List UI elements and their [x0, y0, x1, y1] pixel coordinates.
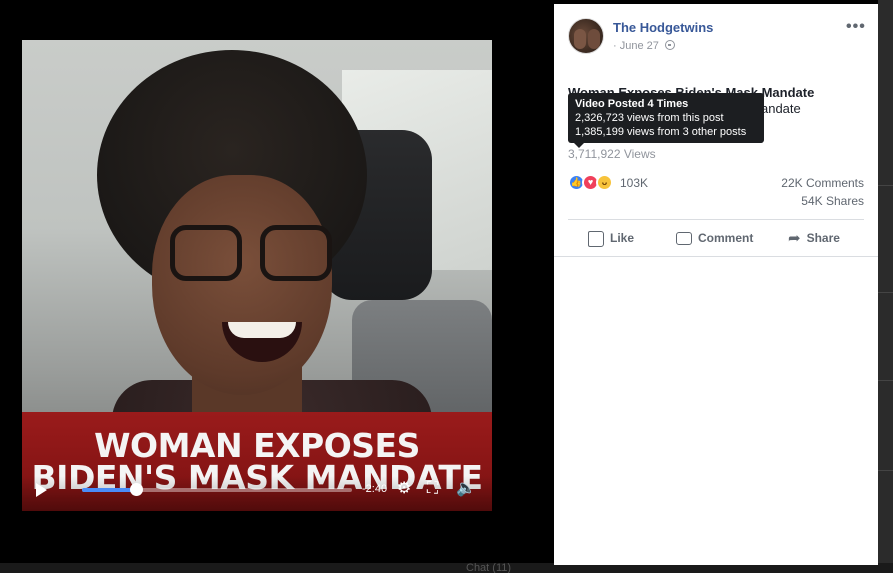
like-button[interactable]: Like — [588, 228, 634, 248]
views-tooltip: Video Posted 4 Times 2,326,723 views fro… — [568, 93, 764, 143]
fullscreen-icon[interactable]: ⛶ — [427, 480, 438, 498]
comment-count-link[interactable]: 22K Comments — [781, 176, 864, 190]
person-face — [152, 175, 332, 395]
tooltip-line1: 2,326,723 views from this post — [575, 112, 724, 124]
gear-icon[interactable]: ⚙ — [397, 480, 411, 498]
chat-label[interactable]: Chat (11) — [466, 563, 511, 573]
share-label: Share — [806, 231, 840, 245]
play-icon[interactable] — [36, 483, 47, 497]
volume-icon[interactable]: 🔈 — [456, 480, 476, 498]
video-progress-fill — [82, 488, 136, 492]
post-date[interactable]: June 27 — [620, 40, 659, 52]
view-count[interactable]: 3,711,922 Views — [568, 147, 656, 161]
video-player[interactable]: WOMAN EXPOSES BIDEN'S MASK MANDATE -2:40… — [22, 40, 492, 511]
post-meta: · June 27 — [613, 40, 675, 52]
background-page-strip — [878, 0, 893, 573]
comment-label: Comment — [698, 231, 754, 245]
tooltip-line2: 1,385,199 views from 3 other posts — [575, 126, 747, 138]
comment-icon — [676, 232, 692, 246]
video-time-remaining: -2:40 — [362, 483, 388, 495]
video-progress-track[interactable] — [82, 488, 352, 492]
video-scrubber-knob[interactable] — [130, 483, 143, 496]
page-avatar[interactable] — [568, 18, 604, 54]
comment-button[interactable]: Comment — [676, 228, 753, 248]
reaction-count: 103K — [620, 176, 649, 190]
thumbs-up-icon — [588, 230, 604, 247]
globe-icon — [664, 40, 675, 50]
divider — [554, 256, 878, 257]
like-label: Like — [610, 231, 635, 245]
more-options-button[interactable]: ••• — [846, 18, 866, 36]
share-count-link[interactable]: 54K Shares — [801, 194, 864, 208]
tooltip-heading: Video Posted 4 Times — [575, 98, 689, 110]
post-panel: The Hodgetwins · June 27 ••• Woman Expos… — [554, 4, 878, 565]
share-icon: ➦ — [788, 229, 801, 247]
video-controls — [22, 476, 492, 511]
haha-reaction-icon: ᴗ — [596, 174, 613, 191]
share-button[interactable]: ➦ Share — [788, 228, 840, 248]
page-name-link[interactable]: The Hodgetwins — [613, 20, 713, 35]
divider — [568, 219, 864, 220]
date-separator: · — [613, 40, 617, 52]
tooltip-arrow — [574, 143, 584, 148]
person-glasses — [170, 225, 338, 285]
